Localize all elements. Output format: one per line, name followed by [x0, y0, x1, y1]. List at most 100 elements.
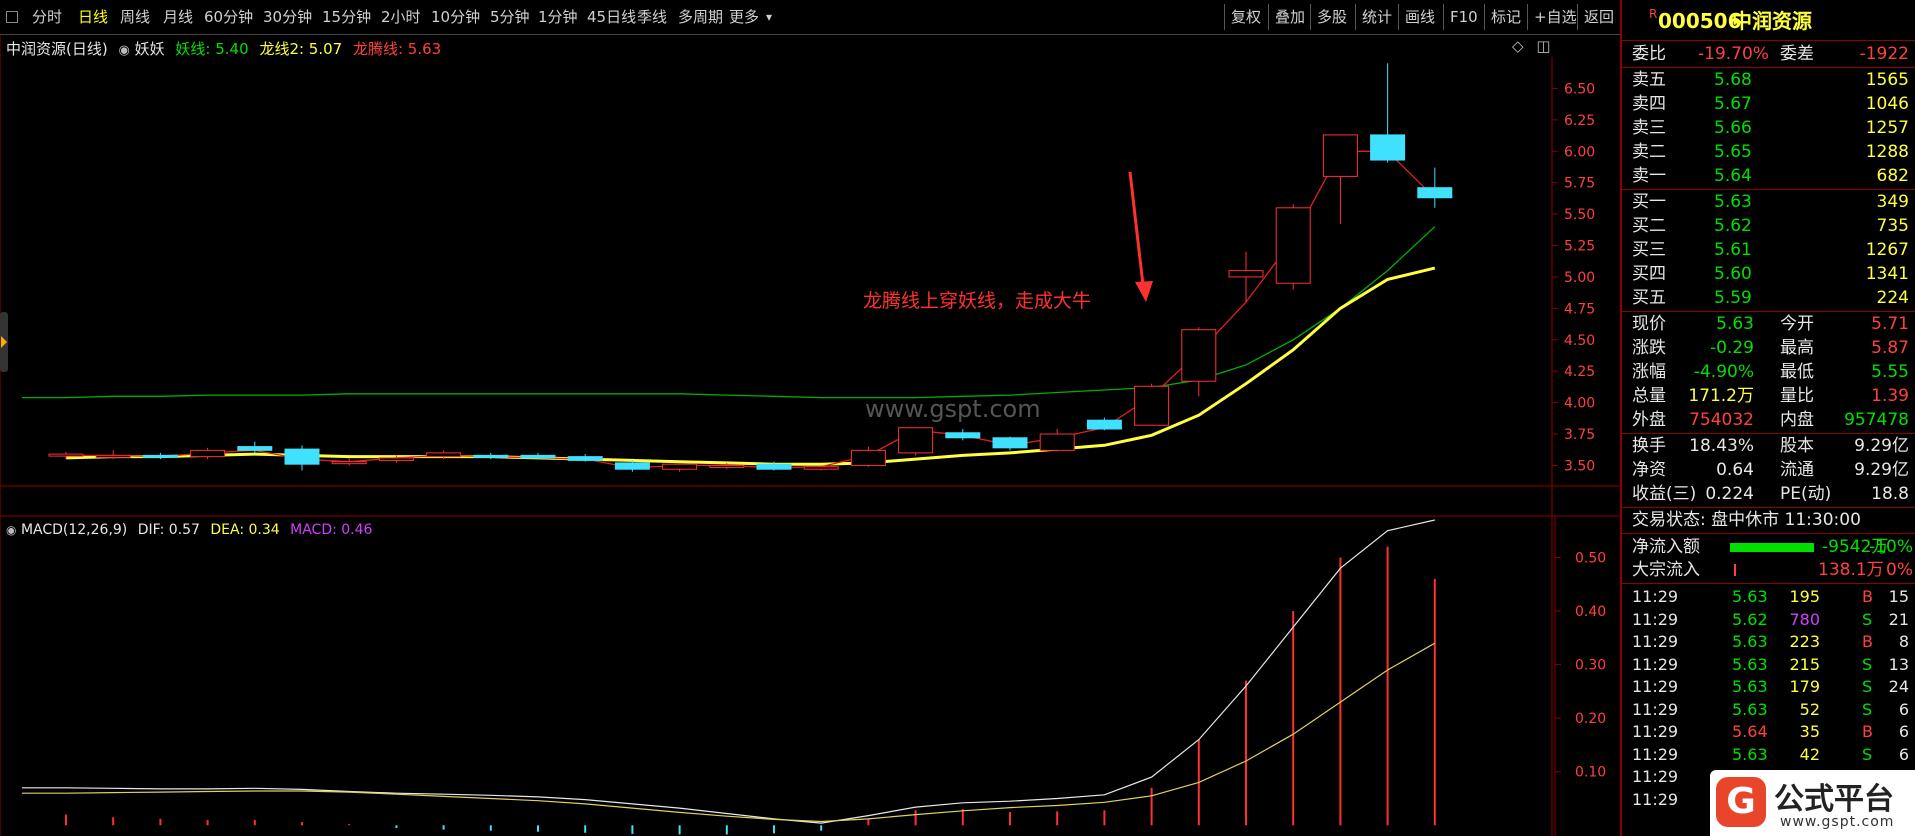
stat-value: -0.29 — [1710, 338, 1754, 358]
candle-body — [898, 427, 934, 454]
stat-value: 1.39 — [1871, 386, 1909, 406]
tick-volume: 223 — [1789, 632, 1820, 651]
price-axis-label: 4.25 — [1564, 364, 1595, 380]
tick-time: 11:29 — [1632, 722, 1679, 741]
tick-row: 11:29 5.63 52 S 6 — [1622, 698, 1915, 722]
price-axis-label: 5.00 — [1564, 270, 1595, 286]
tick-time: 11:29 — [1632, 677, 1679, 696]
annotation-text: 龙腾线上穿妖线，走成大牛 — [863, 290, 1091, 312]
net-inflow-pct: -10% — [1869, 537, 1913, 557]
watermark: www.gspt.com — [865, 395, 1041, 423]
order-label: 买三 — [1632, 240, 1666, 260]
order-volume: 1257 — [1865, 118, 1909, 138]
indicator-lines — [22, 150, 1436, 469]
candle-body — [1181, 329, 1217, 382]
stat-label: 股本 — [1780, 436, 1814, 456]
candle-body — [992, 437, 1028, 449]
tick-volume: 179 — [1789, 677, 1820, 696]
stat-value: 18.43% — [1689, 436, 1754, 456]
price-axis-label: 5.50 — [1564, 207, 1595, 223]
price-axis-label: 4.00 — [1564, 396, 1595, 412]
tick-count: 6 — [1898, 722, 1909, 741]
price-axis-label: 4.50 — [1564, 333, 1595, 349]
gspt-logo-icon: G — [1716, 777, 1766, 827]
order-volume: 735 — [1876, 216, 1909, 236]
weibi-value: -19.70% — [1698, 44, 1769, 64]
stat-row: 外盘 754032 内盘 957478 — [1622, 408, 1915, 432]
tick-row: 11:29 5.64 35 B 6 — [1622, 720, 1915, 744]
trade-status-row: 交易状态: 盘中休市 11:30:00 — [1622, 508, 1915, 532]
stat-value: 5.55 — [1871, 362, 1909, 382]
tick-time: 11:29 — [1632, 699, 1679, 719]
tick-row: 11:29 5.63 215 S 13 — [1622, 653, 1915, 677]
bulk-inflow-row: 大宗流入 138.1万 0% — [1622, 558, 1915, 582]
candle-body — [945, 432, 981, 439]
sell-row: 卖二 5.65 1288 — [1622, 140, 1915, 164]
buy-row: 买五 5.59 224 — [1622, 286, 1915, 310]
stat-value: 0.64 — [1716, 460, 1754, 480]
tick-side: B — [1862, 632, 1873, 651]
net-inflow-label: 净流入额 — [1632, 537, 1700, 557]
stat-label: 今开 — [1780, 314, 1814, 334]
order-price: 5.65 — [1714, 142, 1752, 162]
candle-body — [190, 449, 226, 458]
net-inflow-bar — [1730, 543, 1814, 552]
macd-dea-line — [22, 642, 1436, 823]
order-label: 买五 — [1632, 288, 1666, 308]
macd-axis-label: 0.40 — [1575, 604, 1606, 620]
macd-axis-label: 0.30 — [1575, 658, 1606, 674]
stat-label: 现价 — [1632, 314, 1666, 334]
order-label: 卖五 — [1632, 70, 1666, 90]
stat-label: 收益(三) — [1632, 484, 1697, 504]
candle-body — [1039, 433, 1075, 451]
candle-body — [1417, 187, 1453, 199]
candle-body — [378, 457, 414, 461]
stat-value: 5.63 — [1716, 314, 1754, 334]
left-edge-handle[interactable] — [0, 312, 8, 372]
tick-price: 5.63 — [1732, 744, 1768, 764]
sell-row: 卖五 5.68 1565 — [1622, 68, 1915, 92]
candle-body — [331, 461, 367, 465]
stat-value: 171.2万 — [1688, 386, 1754, 406]
sell-row: 卖三 5.66 1257 — [1622, 116, 1915, 140]
weicha-value: -1922 — [1859, 44, 1909, 64]
stat-value: 0.224 — [1705, 484, 1754, 504]
tick-count: 6 — [1898, 744, 1909, 764]
tick-price: 5.63 — [1732, 654, 1768, 674]
tick-time: 11:29 — [1632, 609, 1679, 629]
tick-volume: 780 — [1789, 609, 1820, 629]
order-price: 5.61 — [1714, 240, 1752, 260]
buy-row: 买三 5.61 1267 — [1622, 238, 1915, 262]
stat2-row: 净资 0.64 流通 9.29亿 — [1622, 458, 1915, 482]
buy-row: 买一 5.63 349 — [1622, 190, 1915, 214]
price-axis-label: 5.25 — [1564, 239, 1595, 255]
stat-label: 流通 — [1780, 460, 1814, 480]
tick-row: 11:29 5.63 179 S 24 — [1622, 675, 1915, 699]
tick-price: 5.64 — [1732, 722, 1768, 741]
macd-axis: 0.50 0.40 0.30 0.20 0.10 — [1555, 550, 1606, 781]
price-axis-label: 6.25 — [1564, 113, 1595, 129]
stat2-row: 收益(三) 0.224 PE(动) 18.8 — [1622, 482, 1915, 506]
order-price: 5.63 — [1714, 192, 1752, 212]
kline-chart[interactable]: 6.50 6.25 6.00 5.75 5.50 5.25 5.00 4.75 4.50 4.25… — [0, 0, 1620, 836]
tick-price: 5.63 — [1732, 699, 1768, 719]
sell-row: 卖一 5.64 682 — [1622, 164, 1915, 188]
candle-body — [1275, 207, 1311, 284]
order-label: 买四 — [1632, 264, 1666, 284]
gspt-logo: G 公式平台 www.gspt.com — [1710, 770, 1915, 836]
tick-price: 5.62 — [1732, 609, 1768, 629]
candle-body — [426, 452, 462, 458]
buy-row: 买四 5.60 1341 — [1622, 262, 1915, 286]
weibi-row: 委比 -19.70% 委差 -1922 — [1622, 42, 1915, 66]
candle-body — [567, 456, 603, 461]
price-axis-label: 6.50 — [1564, 81, 1595, 97]
bulk-inflow-value: 138.1万 — [1818, 560, 1884, 580]
candle-body — [709, 464, 745, 468]
stat-row: 涨幅 -4.90% 最低 5.55 — [1622, 360, 1915, 384]
stat-row: 现价 5.63 今开 5.71 — [1622, 312, 1915, 336]
candle-body — [95, 454, 131, 458]
order-price: 5.59 — [1714, 288, 1752, 308]
order-label: 卖一 — [1632, 166, 1666, 186]
buy-row: 买二 5.62 735 — [1622, 214, 1915, 238]
macd-axis-label: 0.20 — [1575, 711, 1606, 727]
